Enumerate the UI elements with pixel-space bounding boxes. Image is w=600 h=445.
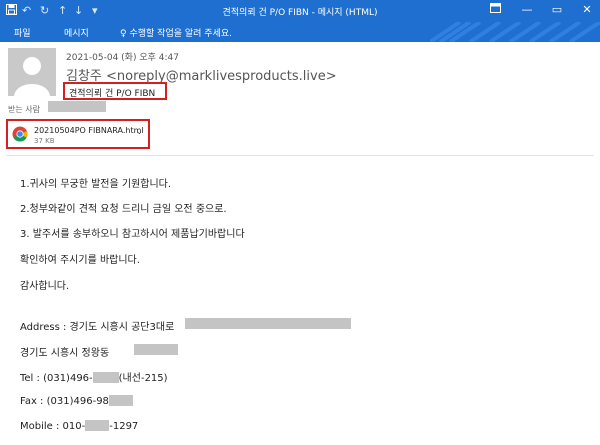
lightbulb-icon: ♀ [120, 29, 127, 39]
tel-prefix: Tel : (031)496- [20, 373, 93, 384]
tell-me-box[interactable]: ♀ 수행할 작업을 알려 주세요. [120, 26, 232, 39]
window-title: 견적의뢰 건 P/O FIBN - 메시지 (HTML) [222, 8, 378, 18]
subject-highlight: 견적의뢰 건 P/O FIBN [63, 82, 167, 100]
email-date: 2021-05-04 (화) 오후 4:47 [66, 53, 179, 63]
minimize-icon[interactable]: — [518, 3, 536, 17]
attachment-name: 20210504PO FIBNARA.html [34, 126, 144, 135]
header-divider [6, 155, 594, 156]
tab-file[interactable]: 파일 [14, 26, 31, 39]
address-line: Address : 경기도 시흥시 공단3대로 [20, 322, 175, 333]
body-line-2: 2.청부와같이 견적 요청 드리니 금일 오전 중으로. [20, 204, 227, 215]
mobile-prefix: Mobile : 010- [20, 421, 86, 432]
tel-line: Tel : (031)496- (내선-215) [20, 369, 168, 384]
recipient-redacted [48, 101, 106, 112]
chrome-icon [12, 126, 28, 142]
tel-suffix: (내선-215) [118, 373, 168, 384]
to-label: 받는 사람 [8, 105, 40, 114]
address-redacted [185, 318, 351, 329]
chevron-down-icon[interactable]: ⌄ [136, 127, 143, 136]
body-line-1: 1.귀사의 무궁한 발전을 기원합니다. [20, 179, 172, 190]
address2-redacted [134, 344, 178, 355]
ribbon-tabs: 파일 메시지 ♀ 수행할 작업을 알려 주세요. [0, 22, 600, 42]
body-line-3: 3. 발주서를 송부하오니 참고하시어 제품납기바랍니다 [20, 229, 245, 240]
body-line-4: 확인하여 주시기를 바랍니다. [20, 255, 140, 266]
tell-me-text: 수행할 작업을 알려 주세요. [129, 29, 232, 39]
attachment-size: 37 KB [34, 137, 55, 145]
mobile-line: Mobile : 010- -1297 [20, 420, 138, 432]
window-titlebar: ↶ ↻ ↑ ↓ ▾ 견적의뢰 건 P/O FIBN - 메시지 (HTML) —… [0, 0, 600, 22]
fax-prefix: Fax : (031)496-98 [20, 396, 109, 407]
tab-message[interactable]: 메시지 [64, 26, 89, 39]
maximize-icon[interactable]: ▭ [548, 3, 566, 17]
ribbon-display-icon[interactable] [486, 3, 504, 17]
ribbon-pattern [430, 22, 600, 42]
attachment-item[interactable]: 20210504PO FIBNARA.html 37 KB ⌄ [6, 119, 150, 149]
mobile-suffix: -1297 [109, 421, 139, 432]
email-subject: 견적의뢰 건 P/O FIBN [69, 89, 156, 99]
close-icon[interactable]: ✕ [578, 3, 596, 17]
fax-redacted [108, 395, 133, 406]
fax-line: Fax : (031)496-98 [20, 395, 133, 407]
sender-avatar [8, 48, 56, 96]
tel-redacted [92, 372, 119, 383]
address2-line: 경기도 시흥시 정왕동 [20, 348, 110, 359]
body-line-5: 감사합니다. [20, 281, 70, 292]
mobile-redacted [85, 420, 110, 431]
